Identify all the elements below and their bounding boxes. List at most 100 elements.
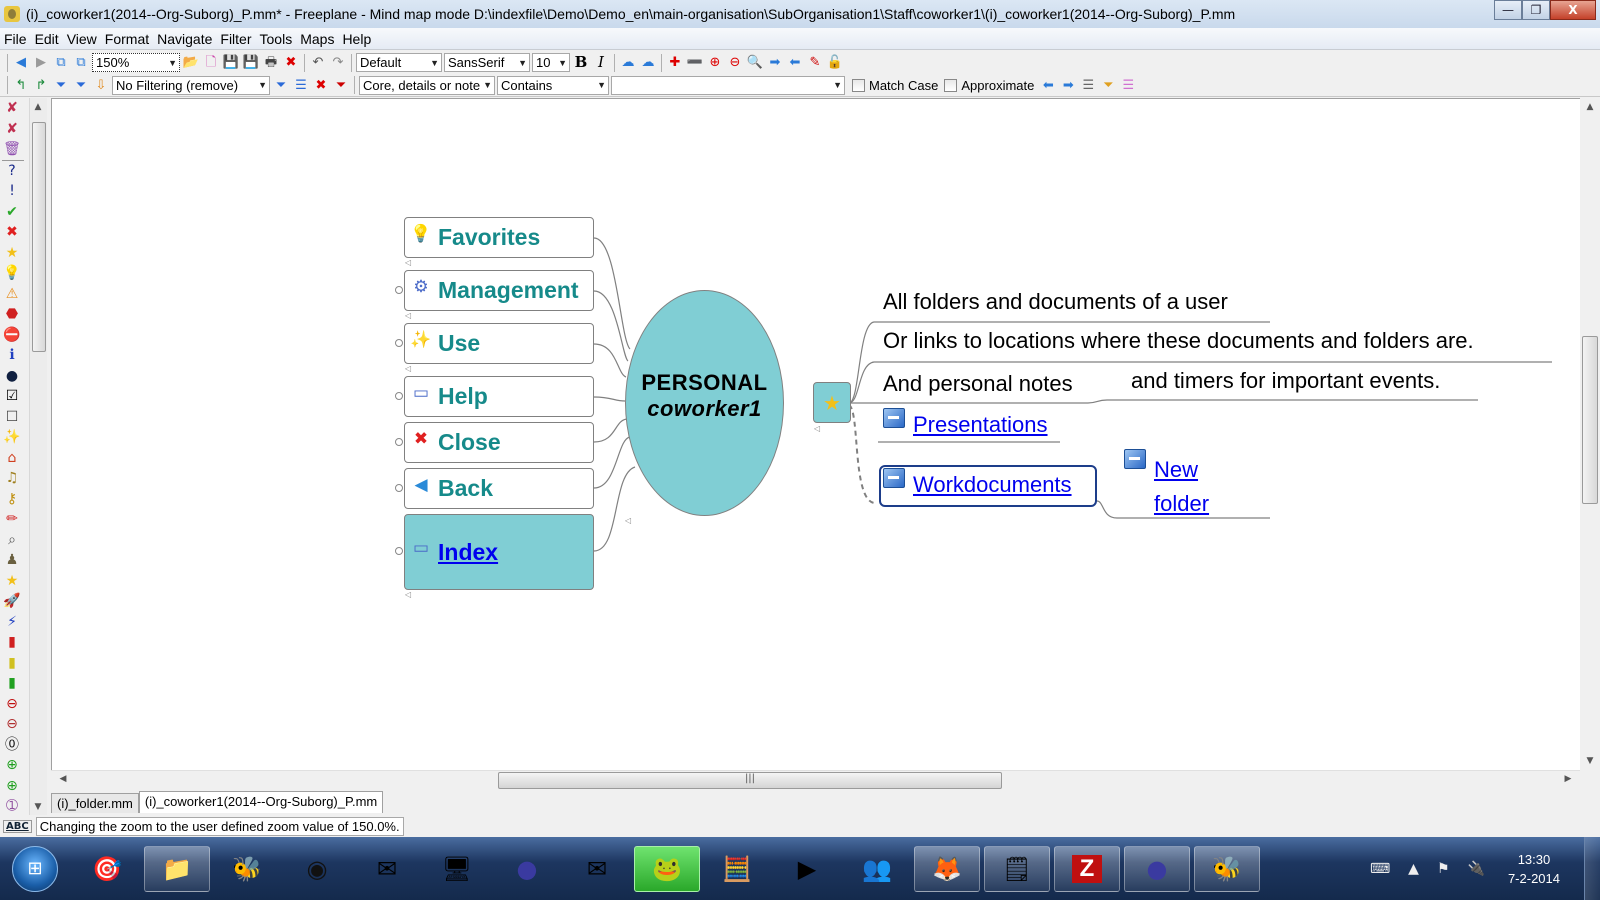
map-node-index[interactable]: ▭ Index (404, 514, 594, 590)
traffic-light-yellow-icon[interactable]: ▮ (0, 653, 24, 674)
taskbar-app-frog[interactable]: 🐸 (634, 845, 700, 892)
undo-filter-icon[interactable]: ↰ (12, 76, 30, 94)
workdocuments-link-node[interactable]: Workdocuments (883, 468, 1072, 498)
menu-format[interactable]: Format (101, 31, 153, 47)
edit-node-icon[interactable]: ✎ (806, 54, 824, 72)
fit-map-icon[interactable]: ⧉ (52, 54, 70, 72)
star-icon[interactable]: ★ (0, 243, 24, 264)
maximize-button[interactable]: ❐ (1522, 0, 1550, 20)
menu-edit[interactable]: Edit (31, 31, 63, 47)
font-size-combo[interactable]: 10 ▼ (532, 53, 570, 72)
forward-icon[interactable]: ▶ (32, 54, 50, 72)
map-node-close[interactable]: ✖ Close (404, 422, 594, 463)
map-text-node[interactable]: and timers for important events. (1131, 368, 1440, 394)
new-map-icon[interactable]: 🗋 (202, 54, 220, 72)
menu-navigate[interactable]: Navigate (153, 31, 216, 47)
add-link-icon[interactable]: ✚ (666, 54, 684, 72)
menu-file[interactable]: File (0, 31, 31, 47)
find-next-icon[interactable]: ➡ (1059, 76, 1077, 94)
icon-palette-scrollbar[interactable]: ▲ ▼ (29, 98, 47, 816)
map-node-favorites[interactable]: 💡 Favorites (404, 217, 594, 258)
rocket-icon[interactable]: 🚀 (0, 591, 24, 612)
menu-maps[interactable]: Maps (296, 31, 338, 47)
redo-filter-icon[interactable]: ↱ (32, 76, 50, 94)
taskbar-app-freeplane-2[interactable]: 🐝 (1194, 845, 1260, 892)
filter-ancestors-icon[interactable]: ⇩ (92, 76, 110, 94)
menu-help[interactable]: Help (338, 31, 375, 47)
save-icon[interactable]: 💾 (222, 54, 240, 72)
traffic-light-red-icon[interactable]: ▮ (0, 632, 24, 653)
scrollbar-thumb[interactable] (1582, 336, 1598, 504)
new-folder-link-line2[interactable]: folder (1154, 487, 1209, 521)
taskbar-app-explorer[interactable]: 📁 (144, 845, 210, 892)
unchecked-box-icon[interactable]: ☐ (0, 407, 24, 428)
taskbar-app-messenger[interactable]: 👥 (844, 846, 910, 892)
tab-folder-map[interactable]: (i)_folder.mm (51, 793, 139, 813)
menu-filter[interactable]: Filter (216, 31, 255, 47)
show-desktop-button[interactable] (1584, 837, 1600, 900)
no-entry-icon[interactable]: ⛔ (0, 325, 24, 346)
fold-toggle[interactable] (395, 286, 403, 294)
workdocuments-link[interactable]: Workdocuments (913, 472, 1072, 498)
taskbar-app-firefox[interactable]: 🦊 (914, 845, 980, 892)
map-text-node[interactable]: Or links to locations where these docume… (883, 328, 1474, 354)
checked-box-icon[interactable]: ☑ (0, 386, 24, 407)
back-icon[interactable]: ◀ (12, 54, 30, 72)
close-map-icon[interactable]: ✖ (282, 54, 300, 72)
taskbar-app-thunderbird[interactable]: ✉ (564, 846, 630, 892)
priority-plus-2-icon[interactable]: ⊕ (0, 776, 24, 797)
match-case-checkbox[interactable] (852, 78, 865, 92)
priority-0-icon[interactable]: ⓪ (0, 735, 24, 756)
taskbar-app-media-player[interactable]: ▶ (774, 846, 840, 892)
taskbar-app-filezilla[interactable]: Z (1054, 845, 1120, 892)
apply-filter-icon[interactable]: ⏷ (272, 76, 290, 94)
exclamation-icon[interactable]: ! (0, 181, 24, 202)
tab-coworker-map[interactable]: (i)_coworker1(2014--Org-Suborg)_P.mm (138, 791, 384, 813)
redo-icon[interactable]: ↷ (329, 54, 347, 72)
question-icon[interactable]: ? (0, 161, 24, 182)
select-found-icon[interactable]: ☰ (1079, 76, 1097, 94)
edit-filter-icon[interactable]: ⏷ (332, 76, 350, 94)
fold-toggle[interactable] (395, 438, 403, 446)
root-node[interactable]: PERSONAL coworker1 (625, 290, 784, 516)
priority-minus-2-icon[interactable]: ⊖ (0, 694, 24, 715)
taskbar-app-freeplane[interactable]: 🐝 (214, 846, 280, 892)
action-center-flag-icon[interactable]: ⚑ (1437, 861, 1450, 877)
fold-toggle[interactable] (395, 484, 403, 492)
filter-selected-icon[interactable]: ⏷ (52, 76, 70, 94)
unfold-all-icon[interactable]: ⊕ (706, 54, 724, 72)
filter-combo[interactable]: No Filtering (remove) ▼ (112, 75, 270, 95)
presentations-link[interactable]: Presentations (913, 412, 1048, 438)
zoom-fit-icon[interactable]: ⧉ (72, 54, 90, 72)
find-previous-icon[interactable]: ⬅ (786, 54, 804, 72)
scrollbar-thumb[interactable] (32, 122, 46, 352)
stop-icon[interactable]: ⬣ (0, 304, 24, 325)
cloud-icon[interactable]: ☁ (619, 54, 637, 72)
highlight-icon[interactable]: ☰ (1119, 76, 1137, 94)
find-icon[interactable]: 🔍 (746, 54, 764, 72)
home-icon[interactable]: ⌂ (0, 448, 24, 469)
start-button[interactable]: ⊞ (12, 845, 58, 892)
quick-filter-icon[interactable]: ⏷ (1099, 76, 1117, 94)
taskbar-app-remote-desktop[interactable]: 🖥 (424, 846, 490, 892)
find-previous-icon[interactable]: ⬅ (1039, 76, 1057, 94)
music-icon[interactable]: ♫ (0, 468, 24, 489)
spell-check-icon[interactable]: ABC (3, 819, 32, 833)
taskbar-app-notes[interactable]: 🗒 (984, 845, 1050, 892)
scrollbar-thumb[interactable]: ||| (498, 772, 1002, 789)
scroll-up-icon[interactable]: ▲ (1582, 102, 1598, 112)
scroll-right-icon[interactable]: ▶ (1560, 774, 1576, 784)
map-canvas[interactable]: 💡 Favorites ◁ ⚙ Management ◁ ✨ Use ◁ ▭ Help ✖ Close ◀… (51, 98, 1580, 770)
warning-icon[interactable]: ⚠ (0, 284, 24, 305)
fold-toggle[interactable] (395, 392, 403, 400)
broken-line-icon[interactable]: ⚡ (0, 612, 24, 633)
taskbar-app-calculator[interactable]: 🧮 (704, 846, 770, 892)
idea-icon[interactable]: 💡 (0, 263, 24, 284)
presentations-link-node[interactable]: Presentations (883, 408, 1048, 438)
cloud-color-icon[interactable]: ☁ (639, 54, 657, 72)
find-next-icon[interactable]: ➡ (766, 54, 784, 72)
condition-combo[interactable]: Contains ▼ (497, 75, 609, 95)
power-icon[interactable]: 🔌 (1468, 861, 1485, 877)
priority-1-icon[interactable]: ➀ (0, 796, 24, 817)
fold-toggle[interactable] (395, 547, 403, 555)
